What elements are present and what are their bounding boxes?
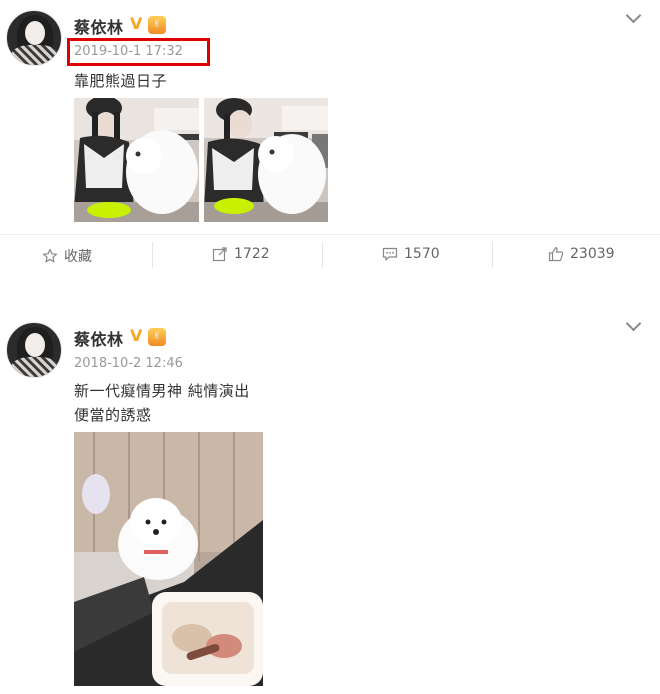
- username[interactable]: 蔡依林: [74, 14, 124, 38]
- post-timestamp[interactable]: 2019-10-1 17:32: [74, 44, 183, 59]
- verified-badge: V: [130, 326, 143, 345]
- post-text-line: 新一代癡情男神 純情演出: [74, 382, 250, 400]
- like-button[interactable]: 23039: [548, 246, 615, 262]
- divider: [0, 234, 660, 235]
- post-timestamp[interactable]: 2018-10-2 12:46: [74, 356, 183, 371]
- username[interactable]: 蔡依林: [74, 326, 124, 350]
- star-icon: [42, 248, 58, 263]
- divider: [322, 242, 323, 268]
- comment-button[interactable]: 1570: [382, 246, 440, 262]
- post-image[interactable]: [204, 98, 328, 222]
- avatar[interactable]: [6, 322, 62, 378]
- comment-icon: [382, 247, 398, 261]
- post-text-line: 便當的誘惑: [74, 406, 152, 424]
- girl-with-dog-image: [204, 98, 328, 222]
- divider: [152, 242, 153, 268]
- vip-icon: ✌: [148, 328, 166, 346]
- share-icon: [212, 247, 227, 262]
- post-image[interactable]: [74, 432, 263, 686]
- avatar[interactable]: [6, 10, 62, 66]
- dog-bento-image: [74, 432, 263, 686]
- verified-badge: V: [130, 14, 143, 33]
- post-text: 靠肥熊過日子: [74, 72, 168, 90]
- favorite-button[interactable]: 收藏: [42, 246, 92, 266]
- favorite-label: 收藏: [64, 249, 92, 265]
- chevron-down-icon[interactable]: [625, 315, 642, 332]
- like-count: 23039: [570, 246, 615, 262]
- comment-count: 1570: [404, 246, 440, 262]
- repost-button[interactable]: 1722: [212, 246, 270, 262]
- divider: [492, 242, 493, 268]
- post-image[interactable]: [74, 98, 199, 222]
- thumbs-up-icon: [548, 247, 564, 262]
- girl-with-dog-image: [74, 98, 199, 222]
- vip-icon: ✌: [148, 16, 166, 34]
- chevron-down-icon[interactable]: [625, 7, 642, 24]
- repost-count: 1722: [234, 246, 270, 262]
